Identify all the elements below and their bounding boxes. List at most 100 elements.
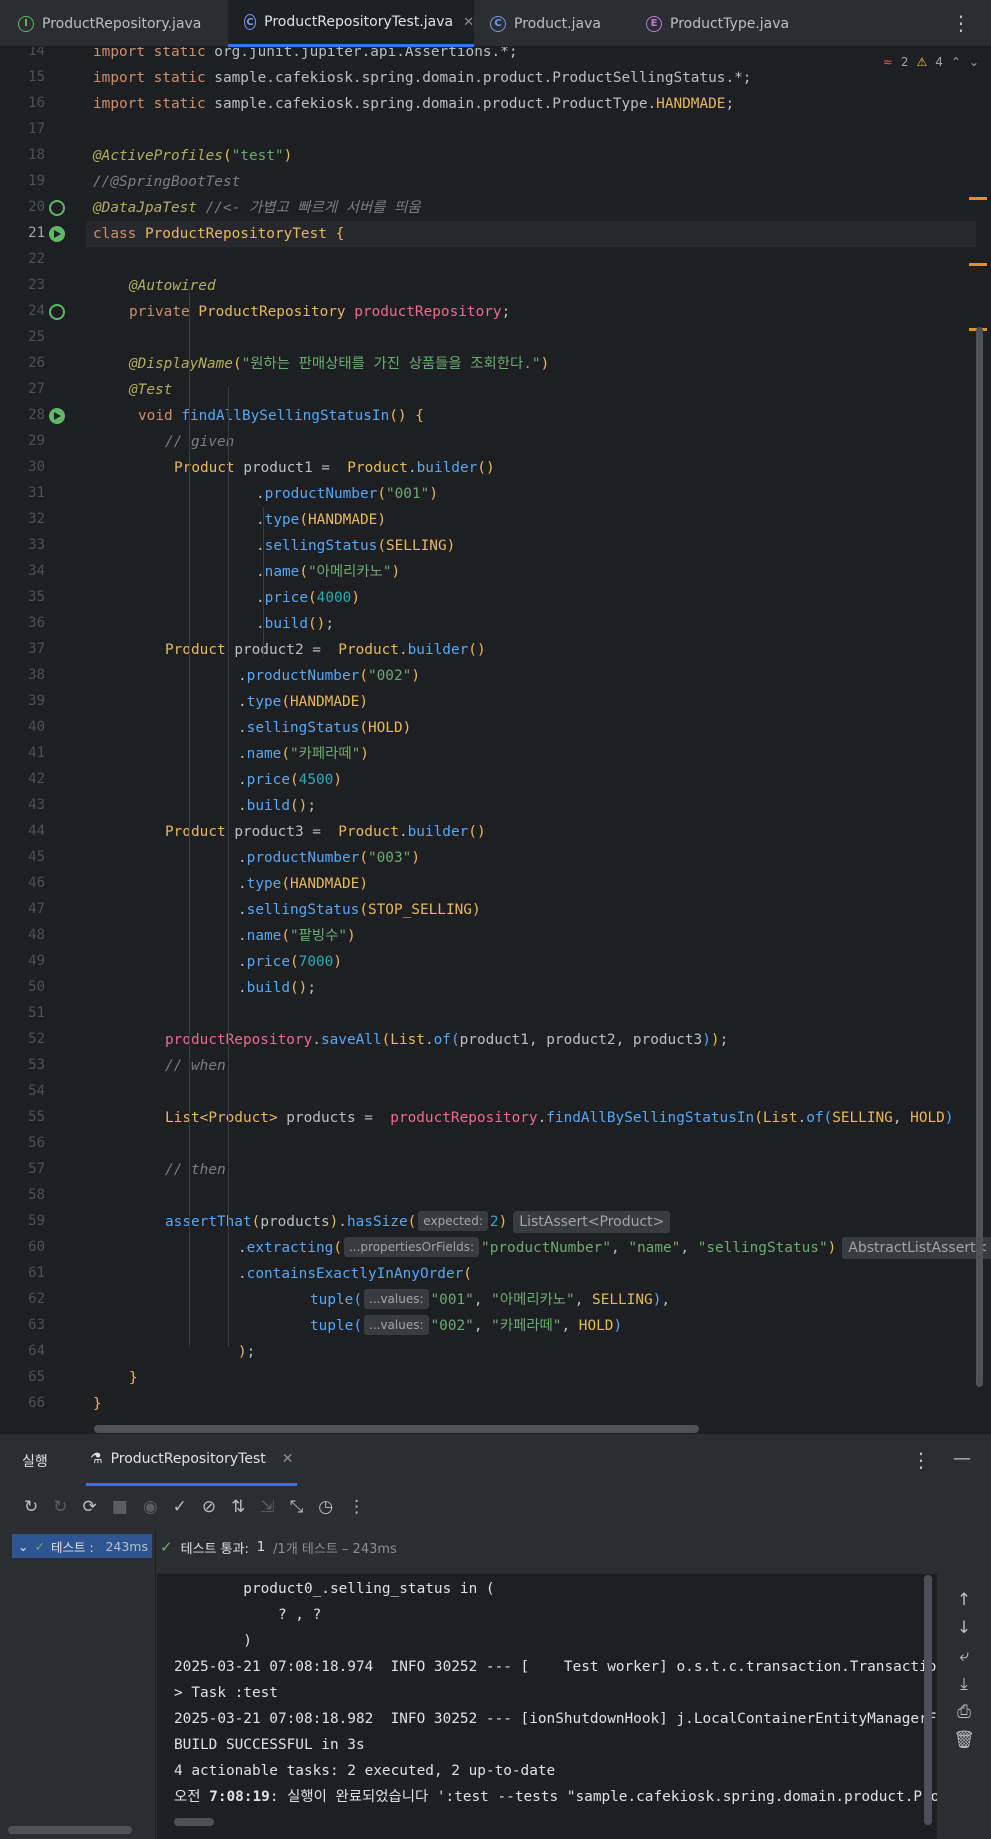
- code-line[interactable]: .price(4500): [238, 767, 342, 793]
- code-line[interactable]: .build();: [238, 793, 316, 819]
- inspection-widget[interactable]: ≈ 2 ⚠ 4 ⌃ ⌄: [883, 55, 979, 69]
- code-line[interactable]: .type(HANDMADE): [238, 871, 368, 897]
- horizontal-scrollbar[interactable]: [94, 1425, 699, 1433]
- arrow-up-icon[interactable]: ↑: [957, 1590, 971, 1610]
- code-line[interactable]: .containsExactlyInAnyOrder(: [238, 1261, 472, 1287]
- code-line[interactable]: tuple(...values: "001", "아메리카노", SELLING)…: [310, 1287, 670, 1313]
- code-line[interactable]: @DisplayName("원하는 판매상태를 가진 상품들을 조회한다."): [129, 351, 549, 377]
- code-line[interactable]: .name("카페라떼"): [238, 741, 369, 767]
- code-line[interactable]: .build();: [238, 975, 316, 1001]
- code-line[interactable]: .productNumber("001"): [256, 481, 438, 507]
- stop-icon[interactable]: ■: [112, 1497, 128, 1517]
- run-test-class-icon[interactable]: [49, 226, 65, 242]
- code-line[interactable]: void findAllBySellingStatusIn() {: [138, 403, 424, 429]
- show-passed-check-icon[interactable]: ✓: [173, 1497, 187, 1517]
- chevron-up-icon[interactable]: ⌃: [951, 55, 961, 69]
- chevron-down-icon[interactable]: ⌄: [969, 55, 979, 69]
- rerun-failed-icon[interactable]: ↻: [53, 1497, 67, 1517]
- code-line[interactable]: assertThat(products).hasSize(expected: 2)…: [165, 1209, 671, 1235]
- soft-wrap-icon[interactable]: ⤶: [959, 1646, 969, 1666]
- arrow-down-icon[interactable]: ↓: [957, 1618, 971, 1638]
- code-line[interactable]: @Test: [129, 377, 172, 403]
- code-line[interactable]: import static sample.cafekiosk.spring.do…: [93, 91, 734, 117]
- import-tests-icon[interactable]: ⇲: [260, 1497, 274, 1517]
- tree-scrollbar[interactable]: [8, 1826, 132, 1834]
- code-line[interactable]: // then: [165, 1157, 226, 1183]
- code-line[interactable]: import static sample.cafekiosk.spring.do…: [93, 65, 751, 91]
- code-line[interactable]: .productNumber("003"): [238, 845, 420, 871]
- tab-run-config[interactable]: ⚗ ProductRepositoryTest ✕: [86, 1434, 298, 1486]
- toggle-auto-test-icon[interactable]: ⟳: [83, 1497, 97, 1517]
- code-line[interactable]: Product product2 = Product.builder(): [165, 637, 486, 663]
- code-line[interactable]: // when: [165, 1053, 226, 1079]
- history-icon[interactable]: ◷: [318, 1497, 333, 1517]
- line-number: 65: [28, 1369, 45, 1385]
- minimize-icon[interactable]: —: [953, 1448, 971, 1469]
- code-line[interactable]: .build();: [256, 611, 334, 637]
- console-horizontal-scrollbar[interactable]: [174, 1818, 214, 1826]
- code-line[interactable]: Product product1 = Product.builder(): [174, 455, 495, 481]
- tab-product-type[interactable]: E ProductType.java: [646, 0, 789, 47]
- code-line[interactable]: .sellingStatus(SELLING): [256, 533, 455, 559]
- code-line[interactable]: .price(7000): [238, 949, 342, 975]
- console-output[interactable]: product0_.selling_status in ( ? , ? ) 202…: [157, 1574, 937, 1839]
- spring-bean-icon[interactable]: [49, 200, 65, 216]
- code-line[interactable]: .type(HANDMADE): [238, 689, 368, 715]
- warning-marker[interactable]: [969, 197, 987, 200]
- line-number: 28: [28, 407, 45, 423]
- tab-product-repository[interactable]: I ProductRepository.java: [18, 0, 201, 47]
- code-line[interactable]: List<Product> products = productReposito…: [165, 1105, 954, 1131]
- code-line[interactable]: .name("팥빙수"): [238, 923, 356, 949]
- code-line[interactable]: .price(4000): [256, 585, 360, 611]
- console-line: 오전 7:08:19: 실행이 완료되었습니다 ':test --tests "…: [174, 1789, 937, 1805]
- code-line[interactable]: // given: [165, 429, 234, 455]
- sort-icon[interactable]: ⇅: [231, 1497, 245, 1517]
- code-line[interactable]: }: [93, 1391, 102, 1417]
- code-line[interactable]: .productNumber("002"): [238, 663, 420, 689]
- code-line[interactable]: tuple(...values: "002", "카페라떼", HOLD): [310, 1313, 622, 1339]
- close-icon[interactable]: ✕: [463, 15, 474, 30]
- line-number: 33: [28, 537, 45, 553]
- code-line[interactable]: @DataJpaTest //<- 가볍고 빠르게 서버를 띄움: [93, 195, 421, 221]
- scroll-to-end-icon[interactable]: ⤓: [960, 1674, 968, 1694]
- close-icon[interactable]: ✕: [282, 1451, 294, 1467]
- vertical-scrollbar[interactable]: [976, 327, 983, 1387]
- rerun-icon[interactable]: ↻: [24, 1497, 38, 1517]
- code-line[interactable]: }: [129, 1365, 138, 1391]
- code-line[interactable]: );: [238, 1339, 255, 1365]
- autowired-bean-icon[interactable]: [49, 304, 65, 320]
- code-line[interactable]: .extracting(...propertiesOrFields: "produ…: [238, 1235, 991, 1261]
- code-line[interactable]: import static org.junit.jupiter.api.Asse…: [93, 47, 518, 65]
- more-options-icon[interactable]: ⋮: [911, 1448, 931, 1472]
- test-tree-root[interactable]: ⌄ ✓ 테스트 : 243ms: [12, 1534, 152, 1558]
- trash-icon[interactable]: 🗑: [953, 1730, 975, 1750]
- tab-product-repository-test[interactable]: C ProductRepositoryTest.java ✕: [228, 0, 474, 47]
- chevron-down-icon[interactable]: ⌄: [18, 1539, 28, 1554]
- expand-icon[interactable]: ⤡: [290, 1497, 304, 1517]
- print-icon[interactable]: ⎙: [957, 1702, 971, 1722]
- code-line[interactable]: @ActiveProfiles("test"): [93, 143, 292, 169]
- code-editor[interactable]: 14 15 16 17 18 19 20 21 22 23 24 25 26 27 28 29 30 31 32 33…: [0, 47, 991, 1433]
- run-test-method-icon[interactable]: [49, 408, 65, 424]
- code-line[interactable]: .sellingStatus(HOLD): [238, 715, 411, 741]
- code-line[interactable]: @Autowired: [129, 273, 216, 299]
- tab-product[interactable]: C Product.java: [490, 0, 601, 47]
- more-tabs-icon[interactable]: ⋮: [951, 11, 971, 35]
- show-ignored-icon[interactable]: ⊘: [202, 1497, 216, 1517]
- code-line[interactable]: class ProductRepositoryTest {: [93, 221, 344, 247]
- line-number: 38: [28, 667, 45, 683]
- code-line[interactable]: .sellingStatus(STOP_SELLING): [238, 897, 481, 923]
- more-icon[interactable]: ⋮: [348, 1497, 365, 1517]
- code-line[interactable]: private ProductRepository productReposit…: [129, 299, 510, 325]
- line-number: 51: [28, 1005, 45, 1021]
- code-area[interactable]: import static org.junit.jupiter.api.Asse…: [93, 47, 991, 1433]
- code-line[interactable]: //@SpringBootTest: [93, 169, 240, 195]
- code-line[interactable]: productRepository.saveAll(List.of(produc…: [165, 1027, 728, 1053]
- show-passed-icon[interactable]: ◉: [143, 1497, 158, 1517]
- code-line[interactable]: .type(HANDMADE): [256, 507, 386, 533]
- warning-marker[interactable]: [969, 263, 987, 266]
- code-line[interactable]: Product product3 = Product.builder(): [165, 819, 486, 845]
- line-number: 39: [28, 693, 45, 709]
- console-vertical-scrollbar[interactable]: [924, 1575, 932, 1825]
- code-line[interactable]: .name("아메리카노"): [256, 559, 400, 585]
